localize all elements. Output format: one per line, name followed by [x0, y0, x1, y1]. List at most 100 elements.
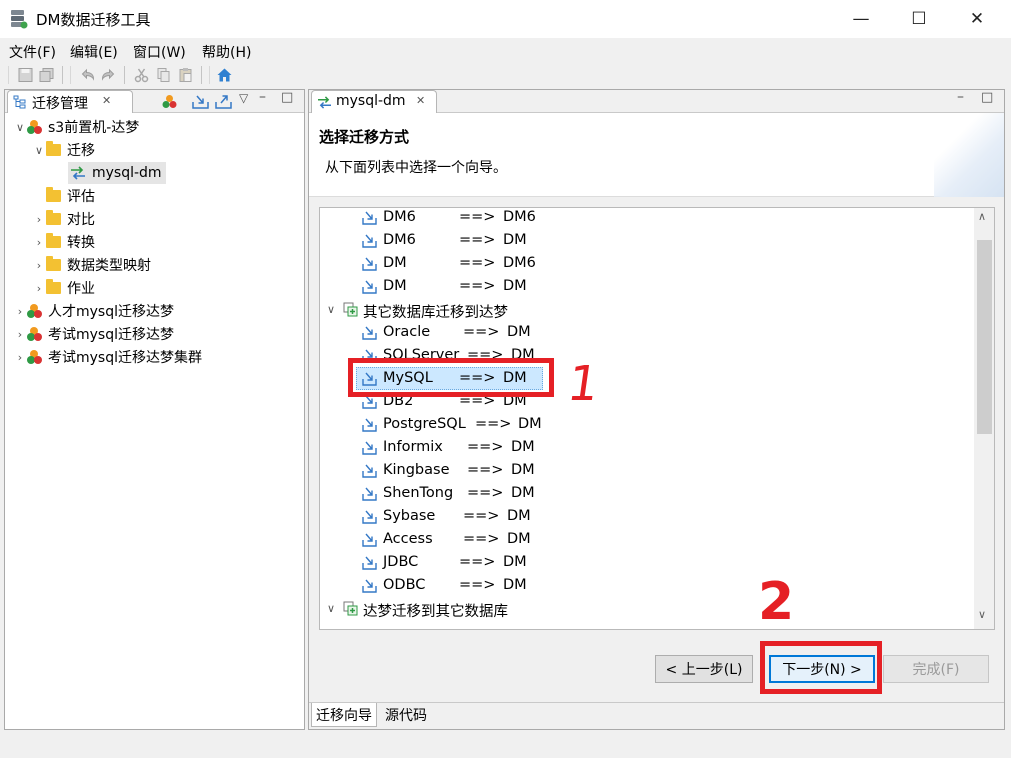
- wizard-item-icon: [362, 280, 377, 294]
- wizard-item-target: DM: [507, 324, 531, 340]
- tree-node-folder[interactable]: › 数据类型映射: [32, 254, 151, 276]
- wizard-item-source: DM6: [383, 209, 416, 225]
- chevron-right-icon[interactable]: ›: [32, 213, 46, 226]
- cut-icon[interactable]: [133, 67, 150, 83]
- view-menu-chevron-icon[interactable]: ▽: [239, 91, 248, 105]
- close-button[interactable]: ✕: [948, 0, 1006, 38]
- wizard-list-item[interactable]: Kingbase ==> DM: [320, 459, 970, 482]
- chevron-down-icon[interactable]: ∨: [13, 121, 27, 134]
- wizard-item-arrow: ==>: [463, 508, 500, 524]
- tree-node-project[interactable]: ∨ s3前置机-达梦: [13, 116, 139, 138]
- menu-bar: 文件(F) 编辑(E) 窗口(W) 帮助(H): [0, 38, 1011, 62]
- tree-label: 考试mysql迁移达梦集群: [48, 350, 202, 366]
- wizard-list-item[interactable]: DM6 ==> DM6: [320, 208, 970, 229]
- tree-label: 迁移: [67, 143, 95, 159]
- home-icon[interactable]: [216, 67, 233, 83]
- tab-source-code[interactable]: 源代码: [381, 703, 431, 727]
- vertical-scrollbar[interactable]: ∧ ∨: [974, 208, 994, 629]
- chevron-right-icon[interactable]: ›: [32, 236, 46, 249]
- chevron-right-icon[interactable]: ›: [13, 351, 27, 364]
- tree-node-folder[interactable]: 评估: [46, 185, 95, 207]
- tree-node-folder[interactable]: ∨ 迁移: [32, 139, 95, 161]
- tree-node-migration-selected[interactable]: mysql-dm: [68, 162, 166, 184]
- tree-label: 评估: [67, 189, 95, 205]
- menu-window[interactable]: 窗口(W): [133, 42, 186, 62]
- wizard-item-icon: [362, 510, 377, 524]
- chevron-right-icon[interactable]: ›: [13, 305, 27, 318]
- import-icon[interactable]: [192, 94, 209, 109]
- folder-icon: [46, 187, 61, 202]
- wizard-list-item[interactable]: DM6 ==> DM: [320, 229, 970, 252]
- tree-node-project[interactable]: › 考试mysql迁移达梦: [13, 323, 174, 345]
- chevron-right-icon[interactable]: ›: [32, 282, 46, 295]
- chevron-down-icon[interactable]: ∨: [327, 303, 335, 316]
- new-project-icon[interactable]: [162, 94, 177, 109]
- wizard-list-item[interactable]: ODBC ==> DM: [320, 574, 970, 597]
- tab-mysql-dm[interactable]: mysql-dm ✕: [311, 90, 437, 113]
- annotation-number-2: 2: [758, 572, 795, 632]
- wizard-list-item[interactable]: Access ==> DM: [320, 528, 970, 551]
- wizard-category[interactable]: ∨ 达梦迁移到其它数据库: [320, 597, 970, 620]
- scroll-down-icon[interactable]: ∨: [978, 608, 986, 621]
- wizard-item-icon: [362, 234, 377, 248]
- copy-icon[interactable]: [155, 67, 172, 83]
- maximize-view-icon[interactable]: □: [281, 90, 293, 105]
- wizard-list-item[interactable]: ShenTong ==> DM: [320, 482, 970, 505]
- wizard-list-item[interactable]: DM ==> DM6: [320, 252, 970, 275]
- tree-node-project[interactable]: › 考试mysql迁移达梦集群: [13, 346, 202, 368]
- menu-file[interactable]: 文件(F): [9, 42, 56, 62]
- redo-icon[interactable]: [100, 67, 117, 83]
- finish-button[interactable]: 完成(F): [883, 655, 989, 683]
- wizard-category[interactable]: ∨ 其它数据库迁移到达梦: [320, 298, 970, 321]
- tab-close-icon[interactable]: ✕: [416, 94, 425, 107]
- wizard-item-target: DM: [503, 577, 527, 593]
- wizard-list-item[interactable]: Informix ==> DM: [320, 436, 970, 459]
- wizard-item-arrow: ==>: [475, 416, 512, 432]
- wizard-list-item[interactable]: DM ==> DM: [320, 275, 970, 298]
- menu-help[interactable]: 帮助(H): [202, 42, 251, 62]
- wizard-list[interactable]: DM6 ==> DM6 DM6 ==> DM DM ==> DM6 DM ==> DM ∨ 其它数据库迁移…: [319, 207, 995, 630]
- wizard-list-item[interactable]: PostgreSQL ==> DM: [320, 413, 970, 436]
- tab-close-icon[interactable]: ✕: [102, 94, 111, 107]
- tree-node-folder[interactable]: › 转换: [32, 231, 95, 253]
- chevron-right-icon[interactable]: ›: [13, 328, 27, 341]
- wizard-body: DM6 ==> DM6 DM6 ==> DM DM ==> DM6 DM ==> DM ∨ 其它数据库迁移…: [309, 197, 1004, 702]
- wizard-item-target: DM: [511, 485, 535, 501]
- wizard-list-item[interactable]: Oracle ==> DM: [320, 321, 970, 344]
- wizard-item-source: DM: [383, 278, 407, 294]
- wizard-item-source: DM: [383, 255, 407, 271]
- menu-edit[interactable]: 编辑(E): [70, 42, 118, 62]
- chevron-down-icon[interactable]: ∨: [327, 602, 335, 615]
- maximize-view-icon[interactable]: □: [981, 90, 993, 105]
- wizard-item-arrow: ==>: [467, 439, 504, 455]
- tree-node-folder[interactable]: › 对比: [32, 208, 95, 230]
- save-icon[interactable]: [17, 67, 34, 83]
- folder-open-icon: [46, 141, 61, 156]
- chevron-down-icon[interactable]: ∨: [32, 144, 46, 157]
- tree-label: 人才mysql迁移达梦: [48, 304, 174, 320]
- tab-migration-wizard[interactable]: 迁移向导: [311, 703, 377, 727]
- project-icon: [27, 120, 42, 134]
- wizard-list-item[interactable]: Sybase ==> DM: [320, 505, 970, 528]
- tree-node-folder[interactable]: › 作业: [32, 277, 95, 299]
- export-icon[interactable]: [215, 94, 232, 109]
- wizard-list-item[interactable]: JDBC ==> DM: [320, 551, 970, 574]
- tab-migration-manager[interactable]: 迁移管理 ✕: [7, 90, 133, 113]
- maximize-button[interactable]: ☐: [890, 0, 948, 38]
- save-all-icon[interactable]: [38, 67, 55, 83]
- minimize-button[interactable]: —: [832, 0, 890, 38]
- wizard-item-source: Informix: [383, 439, 443, 455]
- chevron-right-icon[interactable]: ›: [32, 259, 46, 272]
- editor-bottom-tabs: 迁移向导 源代码: [309, 702, 1004, 729]
- wizard-item-icon: [362, 257, 377, 271]
- left-tab-bar: 迁移管理 ✕ ▽ – □: [5, 89, 304, 113]
- minimize-view-icon[interactable]: –: [259, 89, 266, 105]
- tree-node-project[interactable]: › 人才mysql迁移达梦: [13, 300, 174, 322]
- scroll-up-icon[interactable]: ∧: [978, 210, 986, 223]
- scroll-thumb[interactable]: [977, 240, 992, 434]
- minimize-view-icon[interactable]: –: [957, 89, 964, 105]
- back-button[interactable]: < 上一步(L): [655, 655, 753, 683]
- tree-label: 作业: [67, 281, 95, 297]
- paste-icon[interactable]: [177, 67, 194, 83]
- undo-icon[interactable]: [79, 67, 96, 83]
